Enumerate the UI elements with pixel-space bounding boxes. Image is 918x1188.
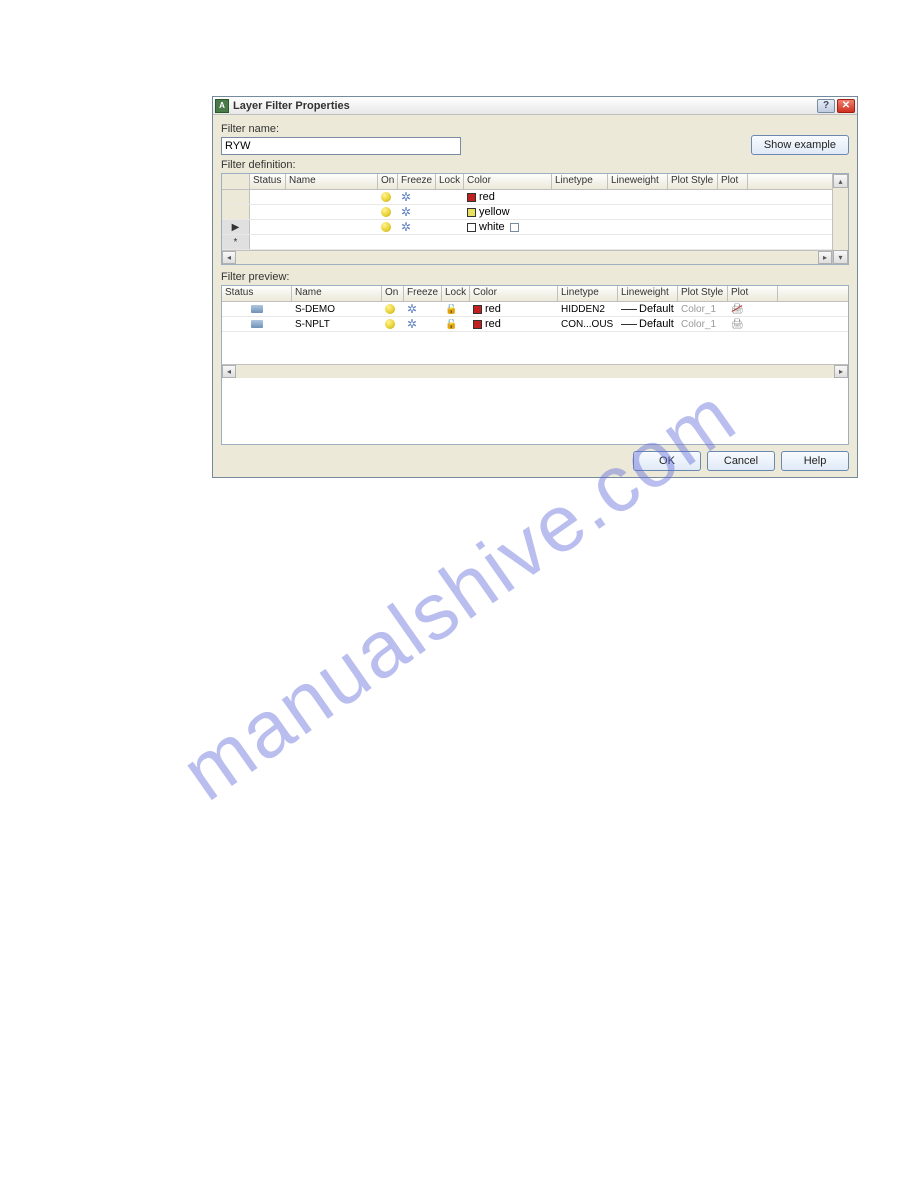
filter-definition-label: Filter definition: [221, 159, 849, 171]
lineweight-icon [621, 324, 637, 325]
scroll-down-icon[interactable]: ▾ [833, 250, 848, 264]
freeze-icon [401, 222, 411, 232]
dialog-title: Layer Filter Properties [233, 100, 815, 112]
bulb-icon [385, 319, 395, 329]
scroll-left-icon[interactable]: ◂ [222, 365, 236, 378]
definition-row[interactable]: ▶ white [222, 220, 832, 235]
plot-icon [731, 318, 743, 330]
horizontal-scrollbar[interactable]: ◂ ▸ [222, 250, 832, 264]
definition-row[interactable]: red [222, 190, 832, 205]
bulb-icon [381, 207, 391, 217]
color-swatch [467, 223, 476, 232]
scroll-right-icon[interactable]: ▸ [818, 251, 832, 264]
preview-row[interactable]: S-DEMO red HIDDEN2 Default Color_1 [222, 302, 848, 317]
color-swatch [473, 320, 482, 329]
lock-icon [445, 304, 455, 314]
help-titlebar-button[interactable]: ? [817, 99, 835, 113]
horizontal-scrollbar[interactable]: ◂ ▸ [222, 364, 848, 378]
titlebar[interactable]: A Layer Filter Properties ? ✕ [213, 97, 857, 115]
freeze-icon [407, 319, 417, 329]
bulb-icon [385, 304, 395, 314]
no-plot-icon [731, 303, 743, 315]
layer-filter-dialog: A Layer Filter Properties ? ✕ Filter nam… [212, 96, 858, 478]
help-button[interactable]: Help [781, 451, 849, 471]
vertical-scrollbar[interactable]: ▴ ▾ [832, 174, 848, 264]
cancel-button[interactable]: Cancel [707, 451, 775, 471]
preview-header: Status Name On Freeze Lock Color Linetyp… [222, 286, 848, 302]
definition-row[interactable]: yellow [222, 205, 832, 220]
app-icon: A [215, 99, 229, 113]
color-swatch [473, 305, 482, 314]
close-button[interactable]: ✕ [837, 99, 855, 113]
bulb-icon [381, 192, 391, 202]
scroll-up-icon[interactable]: ▴ [833, 174, 848, 188]
filter-name-input[interactable] [221, 137, 461, 155]
bulb-icon [381, 222, 391, 232]
lineweight-icon [621, 309, 637, 310]
layer-icon [251, 320, 263, 328]
freeze-icon [401, 192, 411, 202]
preview-row[interactable]: S-NPLT red CON...OUS Default Color_1 [222, 317, 848, 332]
filter-definition-grid[interactable]: Status Name On Freeze Lock Color Linetyp… [221, 173, 849, 265]
definition-new-row[interactable]: * [222, 235, 832, 250]
scroll-right-icon[interactable]: ▸ [834, 365, 848, 378]
show-example-button[interactable]: Show example [751, 135, 849, 155]
scroll-left-icon[interactable]: ◂ [222, 251, 236, 264]
color-swatch [467, 208, 476, 217]
ok-button[interactable]: OK [633, 451, 701, 471]
definition-header: Status Name On Freeze Lock Color Linetyp… [222, 174, 832, 190]
color-swatch [467, 193, 476, 202]
color-picker-icon[interactable] [510, 223, 519, 232]
filter-name-label: Filter name: [221, 123, 751, 135]
filter-preview-label: Filter preview: [221, 271, 849, 283]
freeze-icon [401, 207, 411, 217]
lock-icon [445, 319, 455, 329]
filter-preview-grid[interactable]: Status Name On Freeze Lock Color Linetyp… [221, 285, 849, 445]
layer-icon [251, 305, 263, 313]
freeze-icon [407, 304, 417, 314]
